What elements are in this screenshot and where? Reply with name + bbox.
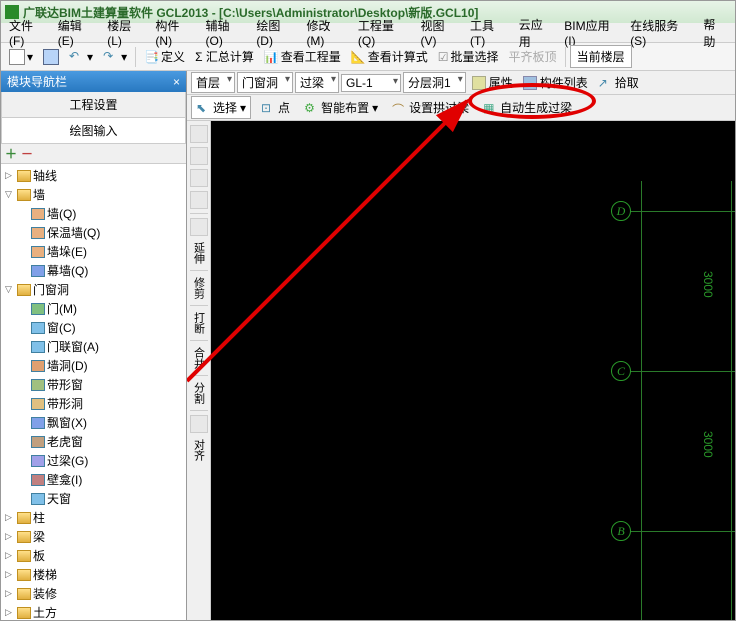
sidebar-tools: ＋ － [1, 144, 186, 164]
menu-tools[interactable]: 工具(T) [466, 15, 513, 50]
menu-online[interactable]: 在线服务(S) [626, 15, 697, 50]
menu-help[interactable]: 帮助 [699, 14, 731, 52]
define-button[interactable]: 📑定义 [140, 46, 189, 67]
tree-column[interactable]: 柱 [5, 508, 184, 527]
tree-strip-opening[interactable]: 带形洞 [19, 394, 184, 413]
action-bar: ⬉选择 ▾ ⊡点 ⚙智能布置 ▾ ⌒设置拱过梁 ▦自动生成过梁 [187, 95, 735, 121]
sidebar-close-icon[interactable]: × [173, 75, 180, 89]
collapse-all-icon[interactable]: － [21, 145, 33, 162]
auto-lintel-button[interactable]: ▦自动生成过梁 [479, 97, 576, 118]
tree-curtain-wall[interactable]: 幕墙(Q) [19, 261, 184, 280]
tree-door-window-combo[interactable]: 门联窗(A) [19, 337, 184, 356]
save-button[interactable] [39, 47, 63, 67]
vt-split[interactable]: 分割 [191, 380, 207, 406]
menu-view[interactable]: 视图(V) [416, 15, 463, 50]
tree-strip-window[interactable]: 带形窗 [19, 375, 184, 394]
tree-decoration[interactable]: 装修 [5, 584, 184, 603]
vt-undo-icon[interactable] [190, 218, 208, 236]
vt-move-icon[interactable] [190, 191, 208, 209]
tree-earthwork[interactable]: 土方 [5, 603, 184, 620]
vt-align[interactable]: 对齐 [191, 437, 207, 463]
main-area: 首层 门窗洞 过梁 GL-1 分层洞1 属性 构件列表 ↗拾取 ⬉选择 ▾ ⊡点… [187, 71, 735, 620]
drawing-canvas[interactable]: D C B 3000 3000 [211, 121, 735, 620]
menubar: 文件(F) 编辑(E) 楼层(L) 构件(N) 辅轴(O) 绘图(D) 修改(M… [1, 23, 735, 43]
tree-niche[interactable]: 壁龛(I) [19, 470, 184, 489]
tree-wall-q[interactable]: 墙(Q) [19, 204, 184, 223]
new-button[interactable]: ▾ [5, 47, 37, 67]
sidebar: 模块导航栏 × 工程设置 绘图输入 ＋ － 轴线 墙 墙(Q) 保温墙(Q) 墙… [1, 71, 187, 620]
vt-extend[interactable]: 延伸 [191, 240, 207, 266]
menu-component[interactable]: 构件(N) [151, 15, 199, 50]
dd-type[interactable]: 过梁 [295, 72, 339, 93]
view-calc-button[interactable]: 📐查看计算式 [347, 46, 432, 67]
tree-skylight[interactable]: 天窗 [19, 489, 184, 508]
view-qty-button[interactable]: 📊查看工程量 [260, 46, 345, 67]
vt-brush-icon[interactable] [190, 125, 208, 143]
point-button[interactable]: ⊡点 [257, 97, 294, 118]
attr-button[interactable]: 属性 [468, 72, 517, 93]
vt-break[interactable]: 打断 [191, 310, 207, 336]
menu-floor[interactable]: 楼层(L) [103, 15, 149, 50]
vt-misc-icon[interactable] [190, 415, 208, 433]
vt-merge[interactable]: 合并 [191, 345, 207, 371]
redo-button[interactable]: ↷▾ [99, 47, 131, 67]
menu-aux-axis[interactable]: 辅轴(O) [202, 15, 251, 50]
comp-list-button[interactable]: 构件列表 [519, 72, 592, 93]
arch-lintel-button[interactable]: ⌒设置拱过梁 [388, 97, 473, 118]
menu-draw[interactable]: 绘图(D) [252, 15, 300, 50]
toolbar: ▾ ↶▾ ↷▾ 📑定义 Σ 汇总计算 📊查看工程量 📐查看计算式 ☑批量选择 平… [1, 43, 735, 71]
tree-window[interactable]: 窗(C) [19, 318, 184, 337]
menu-file[interactable]: 文件(F) [5, 15, 52, 50]
tree-door[interactable]: 门(M) [19, 299, 184, 318]
dd-category[interactable]: 门窗洞 [237, 72, 293, 93]
batch-select-button[interactable]: ☑批量选择 [434, 46, 503, 67]
tree-axis[interactable]: 轴线 [5, 166, 184, 185]
grid-label-d: D [611, 201, 631, 221]
dd-floor[interactable]: 首层 [191, 72, 235, 93]
tree-stair[interactable]: 楼梯 [5, 565, 184, 584]
tab-project-settings[interactable]: 工程设置 [1, 92, 186, 118]
sum-button[interactable]: Σ 汇总计算 [191, 46, 258, 67]
menu-modify[interactable]: 修改(M) [302, 15, 351, 50]
vt-mirror-icon[interactable] [190, 169, 208, 187]
sidebar-title-label: 模块导航栏 [7, 73, 67, 90]
menu-edit[interactable]: 编辑(E) [54, 15, 101, 50]
vertical-toolbar: 延伸 修剪 打断 合并 分割 对齐 [187, 121, 211, 620]
tree-wall-pier[interactable]: 墙垛(E) [19, 242, 184, 261]
dim-2: 3000 [701, 431, 715, 458]
dim-1: 3000 [701, 271, 715, 298]
undo-button[interactable]: ↶▾ [65, 47, 97, 67]
tree-wall-opening[interactable]: 墙洞(D) [19, 356, 184, 375]
floor-dropdown[interactable]: 当前楼层 [570, 45, 632, 68]
select-button[interactable]: ⬉选择 ▾ [191, 96, 251, 119]
expand-all-icon[interactable]: ＋ [5, 145, 17, 162]
tree-beam[interactable]: 梁 [5, 527, 184, 546]
pick-button[interactable]: ↗拾取 [594, 72, 643, 93]
flat-roof-button[interactable]: 平齐板顶 [505, 46, 561, 67]
dd-layer[interactable]: 分层洞1 [403, 72, 466, 93]
tree-lintel[interactable]: 过梁(G) [19, 451, 184, 470]
vt-zoom-icon[interactable] [190, 147, 208, 165]
tree-insulation-wall[interactable]: 保温墙(Q) [19, 223, 184, 242]
tab-draw-input[interactable]: 绘图输入 [1, 118, 186, 144]
tree-bay-window[interactable]: 飘窗(X) [19, 413, 184, 432]
grid-label-c: C [611, 361, 631, 381]
tree: 轴线 墙 墙(Q) 保温墙(Q) 墙垛(E) 幕墙(Q) 门窗洞 门(M) 窗(… [1, 164, 186, 620]
vt-trim[interactable]: 修剪 [191, 275, 207, 301]
tree-slab[interactable]: 板 [5, 546, 184, 565]
menu-qty[interactable]: 工程量(Q) [354, 15, 415, 50]
grid-label-b: B [611, 521, 631, 541]
tree-door-window[interactable]: 门窗洞 [5, 280, 184, 299]
smart-layout-button[interactable]: ⚙智能布置 ▾ [300, 97, 382, 118]
dropdown-bar: 首层 门窗洞 过梁 GL-1 分层洞1 属性 构件列表 ↗拾取 [187, 71, 735, 95]
sidebar-title: 模块导航栏 × [1, 71, 186, 92]
dd-item[interactable]: GL-1 [341, 74, 401, 92]
tree-wall[interactable]: 墙 [5, 185, 184, 204]
tree-dormer[interactable]: 老虎窗 [19, 432, 184, 451]
